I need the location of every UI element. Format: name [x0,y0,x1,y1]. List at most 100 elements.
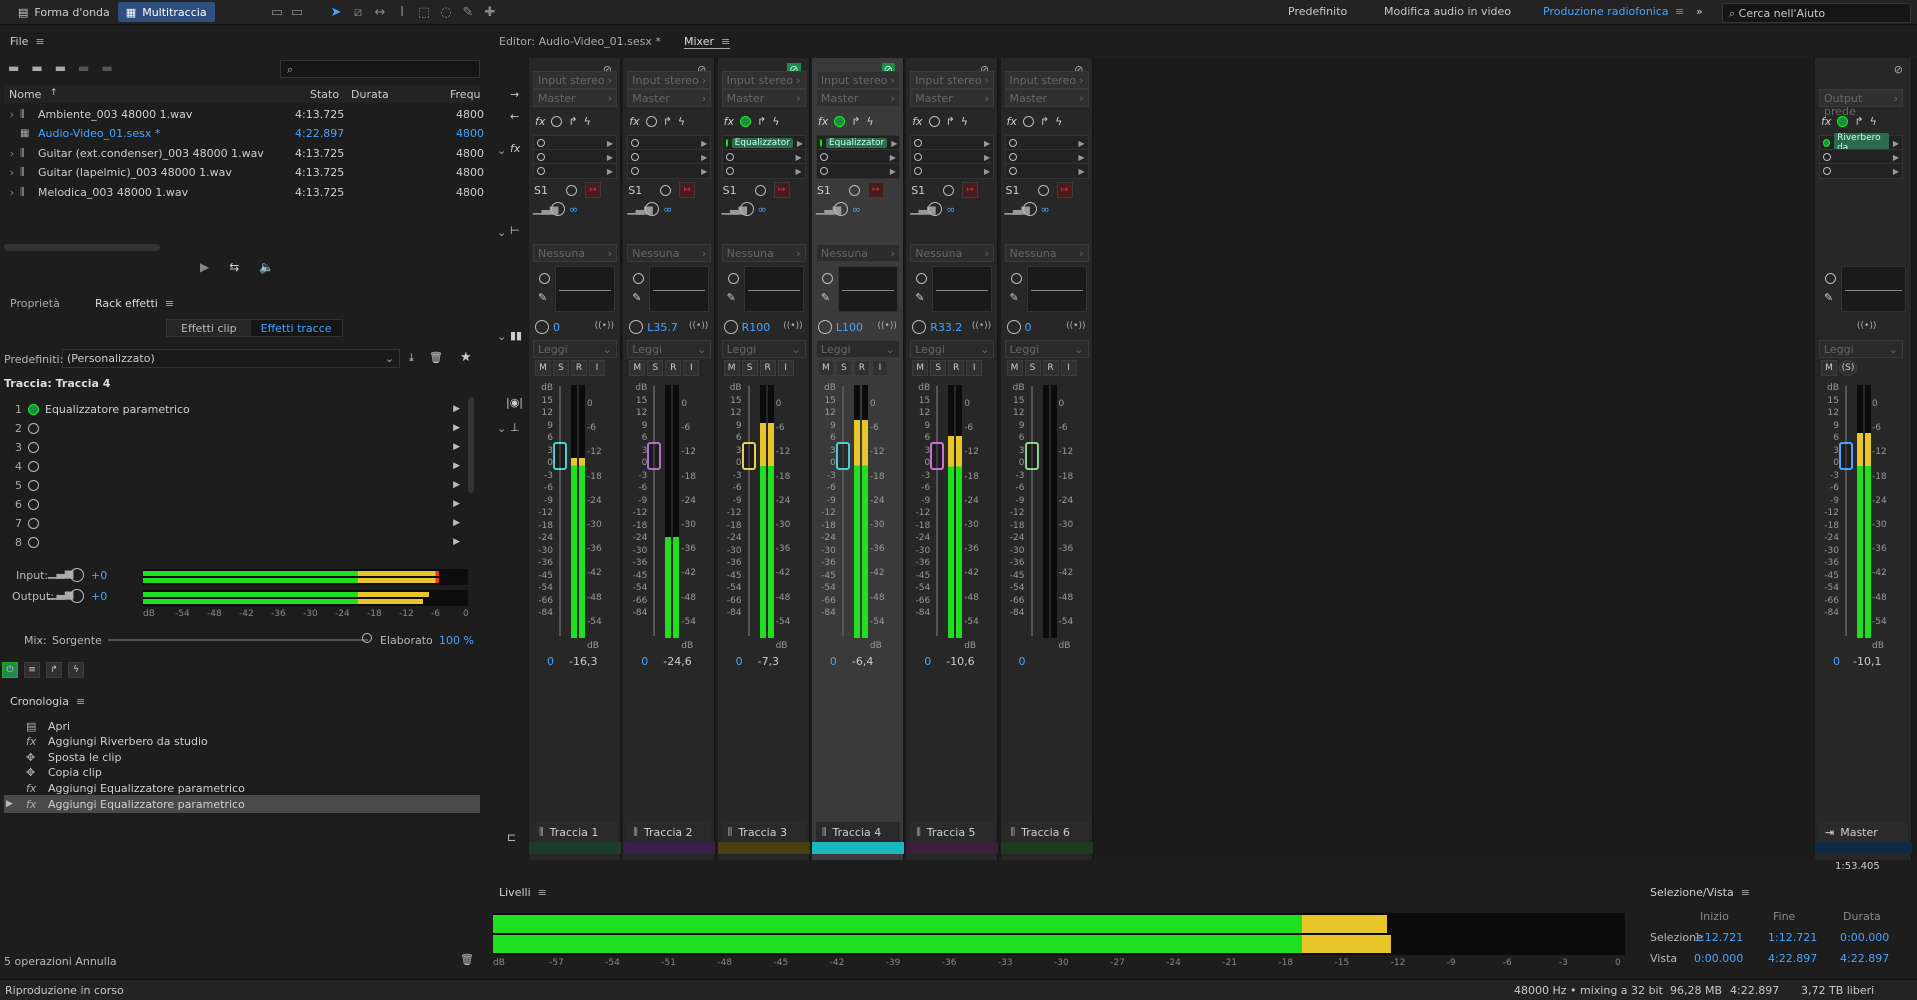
fx-slot-arrow-icon[interactable]: ▶ [984,167,990,176]
selection-menu-icon[interactable]: ≡ [1741,886,1750,899]
fx-slot-power-icon[interactable] [819,167,828,175]
rack-list-icon[interactable]: ≡ [24,662,40,678]
slot-menu-arrow-icon[interactable]: ▶ [453,442,460,452]
automation-mode[interactable]: Leggi ⌄ [533,340,617,358]
pan-knob[interactable] [629,320,644,334]
automation-mode[interactable]: Leggi ⌄ [815,340,900,358]
eq-thumbnail[interactable] [837,266,898,312]
slot-power-icon[interactable] [28,517,39,529]
send-route-icon[interactable]: ↦ [1056,182,1073,198]
fx-slot-arrow-icon[interactable]: ▶ [607,139,613,148]
track-input-button[interactable]: I [966,360,983,376]
send-power-icon[interactable] [943,185,955,196]
fx-slot[interactable]: ▶ [1819,163,1903,179]
track-input-button[interactable]: I [777,360,794,376]
fx-power-icon[interactable] [928,116,940,127]
fx-slot-arrow-icon[interactable]: ▶ [607,167,613,176]
mix-value[interactable]: 100 % [439,634,474,647]
phase-icon[interactable]: ⊘ [1894,63,1903,76]
file-row[interactable]: › ⫼ Guitar (ext.condenser)_003 48000 1.wav… [4,144,484,162]
col-freq[interactable]: Frequ [450,88,481,101]
pan-mode-icon[interactable]: ((•)) [783,321,802,331]
automation-mode[interactable]: Leggi ⌄ [627,340,712,358]
fx-slot-power-icon[interactable] [819,153,828,161]
fx-slot[interactable]: ▶ [910,163,995,179]
pan-mode-icon[interactable]: ((•)) [1066,321,1085,331]
file-row[interactable]: ▦ Audio-Video_01.sesx * 4:22.897 4800 [4,125,484,143]
automation-mode[interactable]: Leggi ⌄ [1004,340,1089,358]
fx-slot-arrow-icon[interactable]: ▶ [795,167,801,176]
input-selector[interactable]: Input stereo › [627,71,712,89]
mix-slider-handle[interactable] [362,633,372,643]
track-solo-button[interactable]: S [835,360,852,376]
effect-slot[interactable]: 3 ▶ [8,438,460,456]
fx-slot-arrow-icon[interactable]: ▶ [1893,139,1899,148]
fx-lightning-icon[interactable]: ϟ [772,115,779,128]
fx-slot-power-icon[interactable] [914,139,923,147]
sel-start[interactable]: 1:12.721 [1694,931,1743,944]
fx-slot-power-icon[interactable] [537,167,545,175]
fx-slot-power-icon[interactable] [725,153,734,161]
effect-slot[interactable]: 6 ▶ [8,495,460,513]
fx-slot-arrow-icon[interactable]: ▶ [891,139,897,148]
send-power-icon[interactable] [566,185,577,196]
volume-value[interactable]: 0 [1833,655,1840,668]
send-destination[interactable]: Nessuna › [627,244,712,262]
track-solo-button[interactable]: S [741,360,758,376]
send-link-icon[interactable]: ∞ [1041,203,1050,216]
slot-power-icon[interactable] [28,441,39,453]
track-mute-button[interactable]: M [817,360,834,376]
eq-edit-pencil-icon[interactable]: ✎ [538,291,547,304]
waveform-mode-button[interactable]: ▤ Forma d'onda [10,2,118,22]
volume-value[interactable]: 0 [641,655,648,668]
output-gain-value[interactable]: +0 [91,590,107,603]
help-search-input[interactable]: ⌕ Cerca nell'Aiuto [1722,3,1911,23]
col-status[interactable]: Stato [310,88,339,101]
volume-value[interactable]: 0 [547,655,554,668]
fx-slot-power-icon[interactable] [537,153,545,161]
file-row[interactable]: › ⫼ Guitar (lapelmic)_003 48000 1.wav 4:13.… [4,164,484,182]
output-selector[interactable]: Master › [721,89,806,107]
rack-vscrollbar[interactable] [468,397,474,493]
fx-slot-power-icon[interactable] [631,167,640,175]
track-solo-button[interactable]: S [930,360,947,376]
track-name-field[interactable]: ⫼ Traccia 5 [910,822,995,842]
input-gain-knob[interactable] [70,568,84,582]
clip-effects-tab[interactable]: Effetti clip [167,322,251,335]
fx-slot-arrow-icon[interactable]: ▶ [1893,153,1899,162]
track-mute-button[interactable]: M [1821,360,1837,376]
fx-slot[interactable]: ▶ [533,163,617,179]
input-selector[interactable]: Input stereo › [721,71,806,89]
slot-menu-arrow-icon[interactable]: ▶ [453,499,460,509]
pan-knob[interactable] [817,320,832,334]
autoplay-icon[interactable]: 🔈 [259,260,274,274]
razor-tool-icon[interactable]: ⧄ [349,3,367,21]
pan-mode-icon[interactable]: ((•)) [972,321,991,331]
fx-slot-arrow-icon[interactable]: ▶ [890,167,896,176]
track-name-field[interactable]: ⫼ Traccia 1 [533,822,617,842]
fx-routing-icon[interactable]: ↱ [568,115,577,128]
pan-knob[interactable] [723,320,738,334]
sends-section-toggle-icon[interactable]: ⌄ [497,226,506,239]
track-input-button[interactable]: I [683,360,700,376]
output-selector[interactable]: Master › [1004,89,1089,107]
pan-mode-icon[interactable]: ((•)) [878,321,897,331]
track-solo-button[interactable]: S [647,360,664,376]
output-selector[interactable]: Master › [815,89,900,107]
eq-power-icon[interactable] [633,273,645,284]
eq-power-icon[interactable] [821,273,833,284]
fx-slot[interactable]: ▶ [1004,163,1089,179]
rack-menu-icon[interactable]: ≡ [165,297,174,310]
files-menu-icon[interactable]: ≡ [35,35,44,48]
expand-arrow-icon[interactable]: › [4,108,20,121]
fx-routing-icon[interactable]: ↱ [757,115,766,128]
slot-menu-arrow-icon[interactable]: ▶ [453,537,460,547]
send-route-icon[interactable]: ↦ [679,182,696,198]
eq-thumbnail[interactable] [743,266,804,312]
automation-mode[interactable]: Leggi ⌄ [910,340,995,358]
eq-power-icon[interactable] [727,273,739,284]
eq-power-icon[interactable] [916,273,928,284]
marquee-tool-icon[interactable]: ⬚ [415,3,433,21]
effect-slot[interactable]: 1 Equalizzatore parametrico ▶ [8,400,460,418]
fx-slot-power-icon[interactable] [1823,167,1831,175]
